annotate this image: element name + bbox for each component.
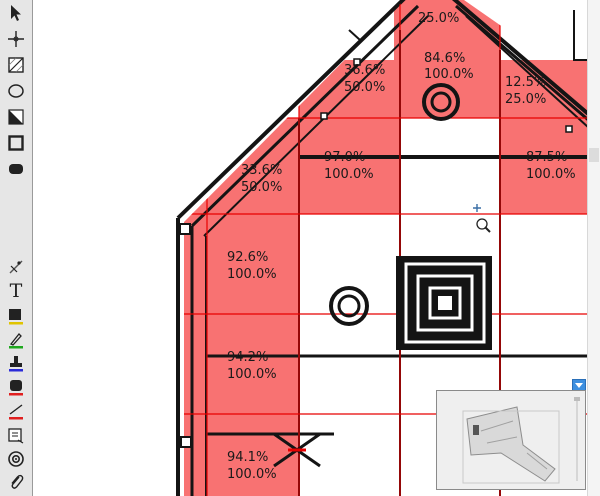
ellipse-tool-icon[interactable] — [5, 81, 27, 101]
cell-label: 25.0% — [418, 11, 459, 26]
cell-label: 50.0% — [344, 80, 385, 95]
attachment-icon[interactable] — [5, 472, 27, 492]
measure-icon[interactable] — [5, 257, 27, 277]
cell-label: 100.0% — [227, 267, 277, 282]
line-style-icon[interactable] — [5, 401, 27, 421]
triangle-fill-icon[interactable] — [5, 107, 27, 127]
crosshair-point-icon[interactable] — [5, 29, 27, 49]
note-tool-icon[interactable] — [5, 425, 27, 445]
shape-color-icon[interactable] — [5, 377, 27, 397]
cell-label: 100.0% — [227, 467, 277, 482]
tool-palette: T — [0, 0, 33, 496]
scroll-thumb[interactable] — [589, 148, 599, 162]
minimap-drawing — [437, 391, 585, 489]
cell-label: 100.0% — [227, 367, 277, 382]
cell-label: 87.5% — [526, 150, 567, 165]
target-icon[interactable] — [5, 449, 27, 469]
cell-label: 25.0% — [505, 92, 546, 107]
line-color-icon[interactable] — [5, 330, 27, 350]
cell-label: 100.0% — [526, 167, 576, 182]
rectangle-tool-icon[interactable] — [5, 133, 27, 153]
select-arrow-icon[interactable] — [5, 3, 27, 23]
cell-label: 33.6% — [241, 163, 282, 178]
cell-label: 12.5% — [505, 75, 546, 90]
cell-label: 84.6% — [424, 51, 465, 66]
cell-label: 50.0% — [241, 180, 282, 195]
rounded-rect-tool-icon[interactable] — [5, 159, 27, 179]
vertical-scrollbar[interactable] — [587, 0, 600, 496]
highlight-cell — [299, 118, 400, 214]
highlight-cell — [500, 118, 590, 214]
cell-label: 100.0% — [324, 167, 374, 182]
cell-label: 94.1% — [227, 450, 268, 465]
overview-minimap[interactable] — [436, 390, 586, 490]
zoom-cursor-icon — [473, 204, 491, 233]
text-tool-icon[interactable]: T — [5, 281, 27, 301]
cell-label: 100.0% — [424, 67, 474, 82]
cell-label: 97.0% — [324, 150, 365, 165]
fill-color-icon[interactable] — [5, 306, 27, 326]
crop-area-icon[interactable] — [5, 55, 27, 75]
text-tool-glyph: T — [9, 279, 23, 302]
cell-label: 92.6% — [227, 250, 268, 265]
cell-label: 94.2% — [227, 350, 268, 365]
cell-label: 36.6% — [344, 63, 385, 78]
chevron-down-icon — [575, 382, 583, 388]
stamp-tool-icon[interactable] — [5, 353, 27, 373]
